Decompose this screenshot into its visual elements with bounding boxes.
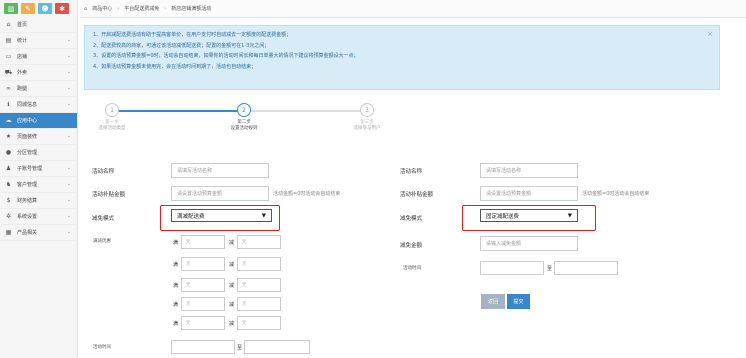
info-line: 4、如果活动预算金额未使用完，会在活动时间到期了，活动也自动结束； <box>93 63 257 70</box>
monitor-icon: ▭ <box>5 53 12 60</box>
tier-discount-input[interactable]: 元 <box>237 278 281 292</box>
sidebar-item-settings[interactable]: ✲ 系统设置 ⌄ <box>0 209 77 225</box>
tier-label: 满减优惠 <box>93 239 111 244</box>
amount-input[interactable]: 请输入减免金额 <box>480 236 578 251</box>
sidebar-item-stats[interactable]: ▤ 统计 ⌄ <box>0 33 77 49</box>
step-1: 1 第一步 选择活动类型 <box>77 100 147 131</box>
sidebar-item-takeout[interactable]: ⛟ 外卖 ⌄ <box>0 65 77 81</box>
activity-name-label: 活动名称 <box>92 169 115 175</box>
time-label: 活动时间 <box>93 345 111 350</box>
sidebar-item-city-info[interactable]: ℹ 同城信息 ⌄ <box>0 97 77 113</box>
tier-discount-input[interactable]: 元 <box>237 316 281 330</box>
time-label: 活动时间 <box>403 266 421 271</box>
back-button[interactable]: 返回 <box>481 294 505 309</box>
info-icon: ℹ <box>7 101 10 108</box>
budget-label: 活动补贴金额 <box>400 192 434 198</box>
cloud-icon: ☁ <box>5 117 12 124</box>
chevron-down-icon: ⌄ <box>66 37 71 43</box>
caret-down-icon: ▼ <box>261 212 266 219</box>
breadcrumb-current: 新店店铺满额活动 <box>171 6 212 12</box>
budget-label: 活动补贴金额 <box>92 192 126 198</box>
sidebar-item-products[interactable]: ▦ 产品相关 ⌄ <box>0 225 77 241</box>
sidebar-top-buttons: ▥ ✎ ☻ ✱ <box>0 0 77 17</box>
chevron-down-icon: ⌄ <box>66 213 71 219</box>
gear-icon[interactable]: ✱ <box>55 3 69 14</box>
user-icon[interactable]: ☻ <box>38 3 52 14</box>
cart-icon: ⛟ <box>4 68 13 76</box>
chevron-down-icon: ⌄ <box>66 181 71 187</box>
grid-icon: ▦ <box>5 229 12 236</box>
time-separator: 至 <box>237 345 243 351</box>
bike-icon: ∞ <box>6 85 11 92</box>
mode-select[interactable]: 满减配送费 ▼ <box>171 209 272 222</box>
end-date-input[interactable] <box>554 261 618 275</box>
close-icon[interactable]: × <box>707 29 713 40</box>
tier-discount-input[interactable]: 元 <box>237 257 281 271</box>
sidebar-item-subaccount[interactable]: ♟ 子账号管理 ⌄ <box>0 161 77 177</box>
time-separator: 至 <box>547 266 553 272</box>
mode-label: 减免模式 <box>92 216 115 222</box>
chart-icon[interactable]: ▥ <box>4 3 18 14</box>
activity-name-input[interactable]: 请填写活动名称 <box>171 163 269 178</box>
budget-note: 活动金额=0时活动会自动结束 <box>582 191 650 197</box>
breadcrumb-level2[interactable]: 平台配送费减免 <box>124 5 159 12</box>
activity-name-input[interactable]: 请填写活动名称 <box>480 163 578 178</box>
sidebar-item-finance[interactable]: $ 财务结算 ⌄ <box>0 193 77 209</box>
user-icon: ♟ <box>5 165 12 172</box>
activity-name-label: 活动名称 <box>400 169 423 175</box>
caret-down-icon: ▼ <box>567 212 572 219</box>
start-date-input[interactable] <box>480 261 544 275</box>
breadcrumb-home[interactable]: 商品中心 <box>92 5 112 12</box>
sidebar-item-zone[interactable]: ● 分区管理 <box>0 145 77 161</box>
sidebar-item-shop[interactable]: ▭ 店铺 ⌄ <box>0 49 77 65</box>
chevron-down-icon: ⌄ <box>66 53 71 59</box>
sidebar-item-customers[interactable]: ♞ 客户管理 ⌄ <box>0 177 77 193</box>
mode-select[interactable]: 固定减配送费 ▼ <box>480 209 578 222</box>
end-date-input[interactable] <box>244 340 310 354</box>
chevron-down-icon: ⌄ <box>66 101 71 107</box>
chevron-down-icon: ⌄ <box>66 69 71 75</box>
home-icon: ⌂ <box>6 21 11 28</box>
edit-icon[interactable]: ✎ <box>21 3 35 14</box>
tier-min-input[interactable]: 元 <box>181 235 225 249</box>
home-icon: ⌂ <box>84 5 88 12</box>
tier-min-input[interactable]: 元 <box>181 278 225 292</box>
tier-min-input[interactable]: 元 <box>181 257 225 271</box>
step-progress: 1 第一步 选择活动类型 2 第二步 设置活动规则 3 第三步 选择参与用户 <box>90 100 390 140</box>
budget-input[interactable]: 请设置活动预算金额 <box>171 186 269 201</box>
star-icon: ★ <box>5 133 12 140</box>
info-line: 2、配送费较高的商家，可通过该活动减低配送费；配置的金额可在1-3元之间； <box>93 42 270 49</box>
info-line: 1、开启减配送费活动有助于提高客单价，在用户支付时自动减去一定额度的配送费金额； <box>93 32 292 38</box>
tier-discount-input[interactable]: 元 <box>237 297 281 311</box>
step-2: 2 第二步 设置活动规则 <box>209 100 279 131</box>
submit-button[interactable]: 提交 <box>507 294 530 309</box>
gear-icon: ✲ <box>5 213 12 220</box>
amount-label: 减免金额 <box>400 243 423 249</box>
tier-min-input[interactable]: 元 <box>181 297 225 311</box>
sidebar-item-home[interactable]: ⌂ 首页 <box>0 17 77 33</box>
step-3: 3 第三步 选择参与用户 <box>332 100 402 131</box>
sidebar-item-app-center[interactable]: ☁ 应用中心 <box>0 113 77 129</box>
group-icon: ♞ <box>5 181 12 188</box>
sidebar-item-page-decor[interactable]: ★ 页面装修 ⌄ <box>0 129 77 145</box>
chevron-down-icon: ⌄ <box>66 133 71 139</box>
info-line: 3、设置的活动预算金额=0时，活动会自动结束，如果你的活动时间长和每日单量大的情… <box>93 53 359 59</box>
info-alert: 1、开启减配送费活动有助于提高客单价，在用户支付时自动减去一定额度的配送费金额；… <box>84 25 720 90</box>
breadcrumb: ⌂ 商品中心 › 平台配送费减免 › 新店店铺满额活动 <box>80 0 746 18</box>
tier-min-input[interactable]: 元 <box>181 316 225 330</box>
chevron-down-icon: ⌄ <box>66 197 71 203</box>
chevron-down-icon: ⌄ <box>66 229 71 235</box>
budget-input[interactable]: 请设置活动预算金额 <box>480 186 578 201</box>
budget-note: 活动金额=0时活动会自动结束 <box>273 191 341 197</box>
circle-icon: ● <box>5 149 12 156</box>
tier-discount-input[interactable]: 元 <box>237 235 281 249</box>
yen-icon: $ <box>6 197 11 204</box>
start-date-input[interactable] <box>171 340 235 354</box>
chart-icon: ▤ <box>5 37 12 44</box>
sidebar-item-errand[interactable]: ∞ 跑腿 ⌄ <box>0 81 77 97</box>
sidebar: ▥ ✎ ☻ ✱ ⌂ 首页 ▤ 统计 ⌄ ▭ 店铺 ⌄ ⛟ 外卖 ⌄ ∞ 跑腿 ⌄ ℹ 同城信息 ⌄ ☁… <box>0 0 78 358</box>
chevron-down-icon: ⌄ <box>66 165 71 171</box>
chevron-down-icon: ⌄ <box>66 85 71 91</box>
mode-label: 减免模式 <box>400 216 423 222</box>
